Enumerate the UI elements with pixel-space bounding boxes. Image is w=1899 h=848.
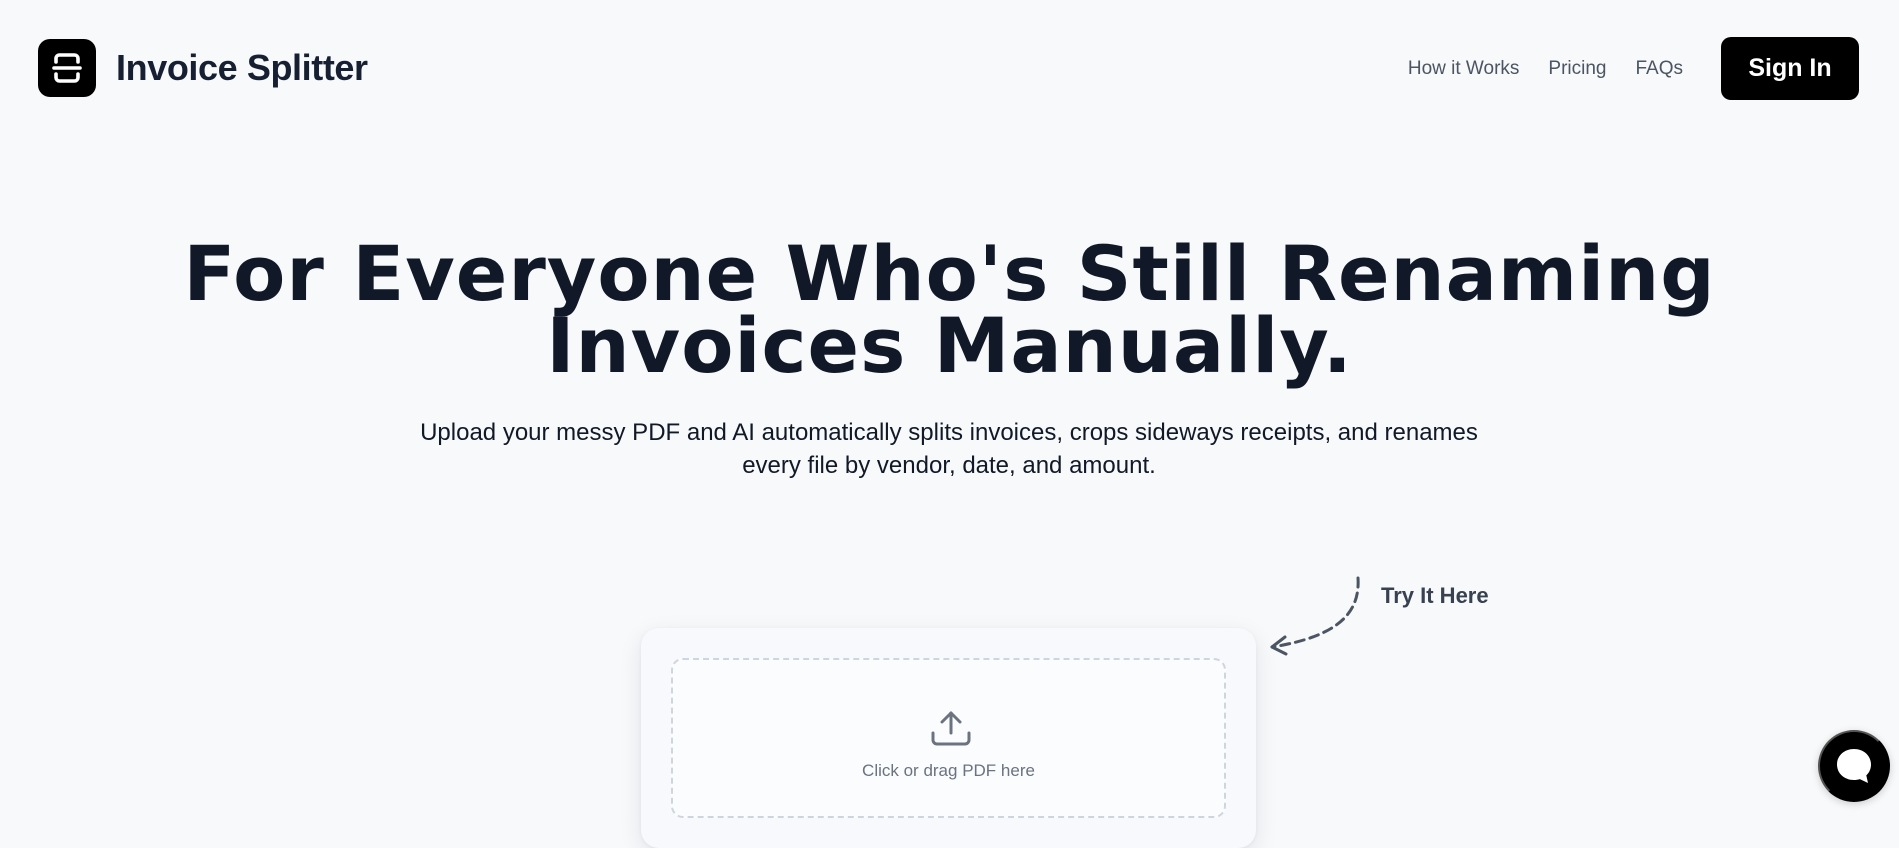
site-header: Invoice Splitter How it Works Pricing FA… <box>0 0 1899 140</box>
chat-bubble-icon <box>1837 749 1871 783</box>
main-navigation: How it Works Pricing FAQs Sign In <box>1408 37 1859 100</box>
try-it-callout: Try It Here <box>1262 573 1492 665</box>
hero-title: For Everyone Who's Still Renaming Invoic… <box>0 236 1899 384</box>
sign-in-button[interactable]: Sign In <box>1721 37 1859 100</box>
hero-subtitle: Upload your messy PDF and AI automatical… <box>414 416 1484 482</box>
dropzone-label: Click or drag PDF here <box>862 761 1035 780</box>
nav-link-pricing[interactable]: Pricing <box>1548 59 1606 78</box>
nav-link-how-it-works[interactable]: How it Works <box>1408 59 1520 78</box>
upload-card: Click or drag PDF here <box>641 628 1256 848</box>
try-it-label: Try It Here <box>1381 583 1489 608</box>
hero-title-line-2: Invoices Manually. <box>546 301 1353 390</box>
chat-button[interactable] <box>1818 730 1890 802</box>
pdf-dropzone[interactable]: Click or drag PDF here <box>671 658 1226 818</box>
hero-subtitle-line-1: Upload your messy PDF and AI automatical… <box>420 419 1478 446</box>
scan-document-icon <box>38 39 96 97</box>
curved-dashed-arrow-icon <box>1270 576 1360 656</box>
hero-subtitle-line-2: every file by vendor, date, and amount. <box>742 452 1156 479</box>
nav-link-faqs[interactable]: FAQs <box>1635 59 1683 78</box>
brand-home-link[interactable]: Invoice Splitter <box>38 39 368 97</box>
brand-title: Invoice Splitter <box>116 47 368 88</box>
upload-icon <box>931 711 971 746</box>
